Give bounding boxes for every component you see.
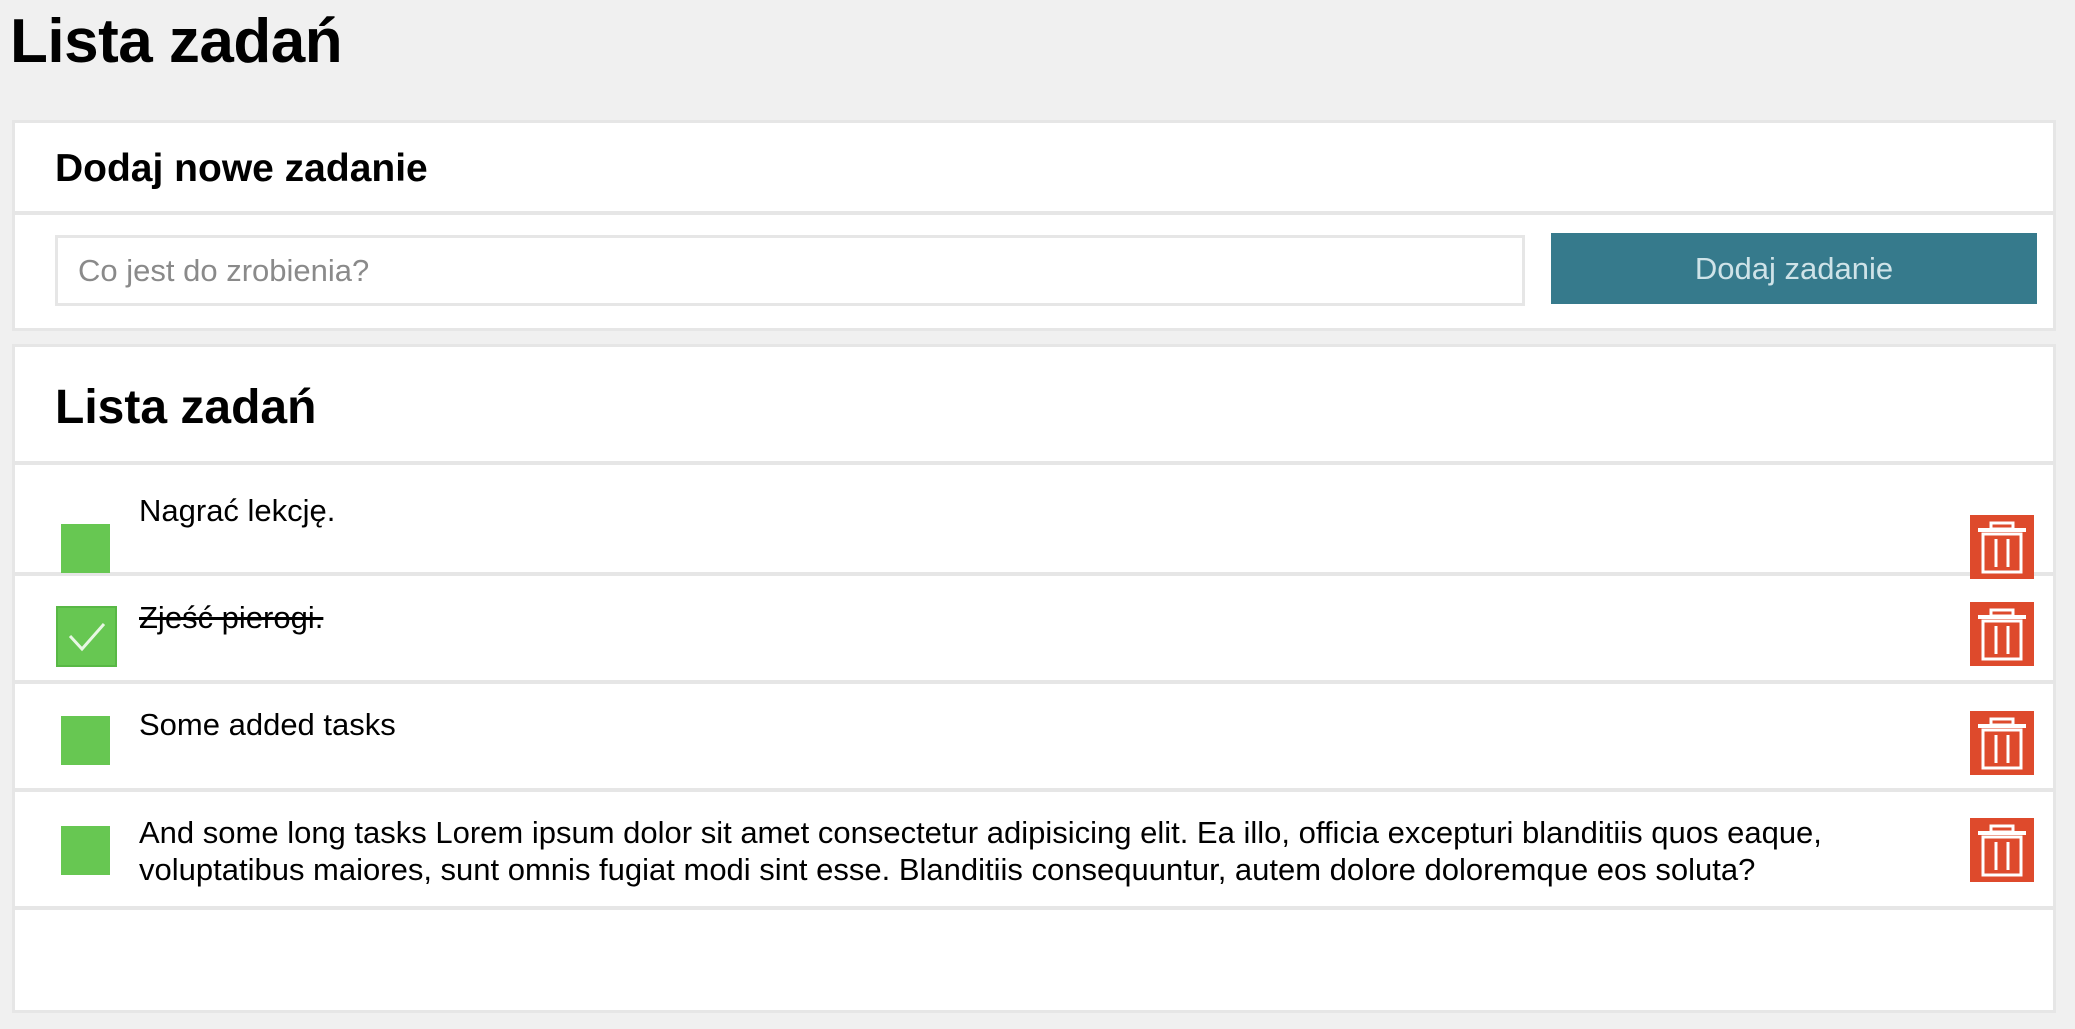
trash-icon[interactable] [1970,818,2034,882]
checkbox-icon[interactable] [56,606,117,667]
trash-icon[interactable] [1970,602,2034,666]
checkmark-icon [68,623,106,652]
checkbox-icon[interactable] [61,716,110,765]
task-item: Nagrać lekcję. [15,469,2053,579]
task-text: Some added tasks [139,707,396,742]
add-task-header: Dodaj nowe zadanie [15,123,2053,215]
add-task-button[interactable]: Dodaj zadanie [1551,233,2037,304]
task-list-title: Lista zadań [55,381,317,434]
add-task-panel: Dodaj nowe zadanie Dodaj zadanie [12,120,2056,331]
new-task-input[interactable] [55,235,1525,306]
trash-icon[interactable] [1970,711,2034,775]
add-task-title: Dodaj nowe zadanie [55,147,428,190]
task-list-header: Lista zadań [15,347,2053,465]
task-item: Zjeść pierogi. [15,576,2053,684]
task-text: And some long tasks Lorem ipsum dolor si… [139,815,1822,887]
task-text: Nagrać lekcję. [139,493,336,528]
checkbox-icon[interactable] [61,826,110,875]
trash-icon[interactable] [1970,515,2034,579]
task-list-panel: Lista zadań Nagrać lekcję. Zjeść pierogi… [12,344,2056,1013]
page-title: Lista zadań [10,7,343,76]
task-item: Some added tasks [15,684,2053,792]
checkbox-icon[interactable] [61,524,110,573]
task-text-completed: Zjeść pierogi. [139,600,324,635]
task-item: And some long tasks Lorem ipsum dolor si… [15,792,2053,910]
